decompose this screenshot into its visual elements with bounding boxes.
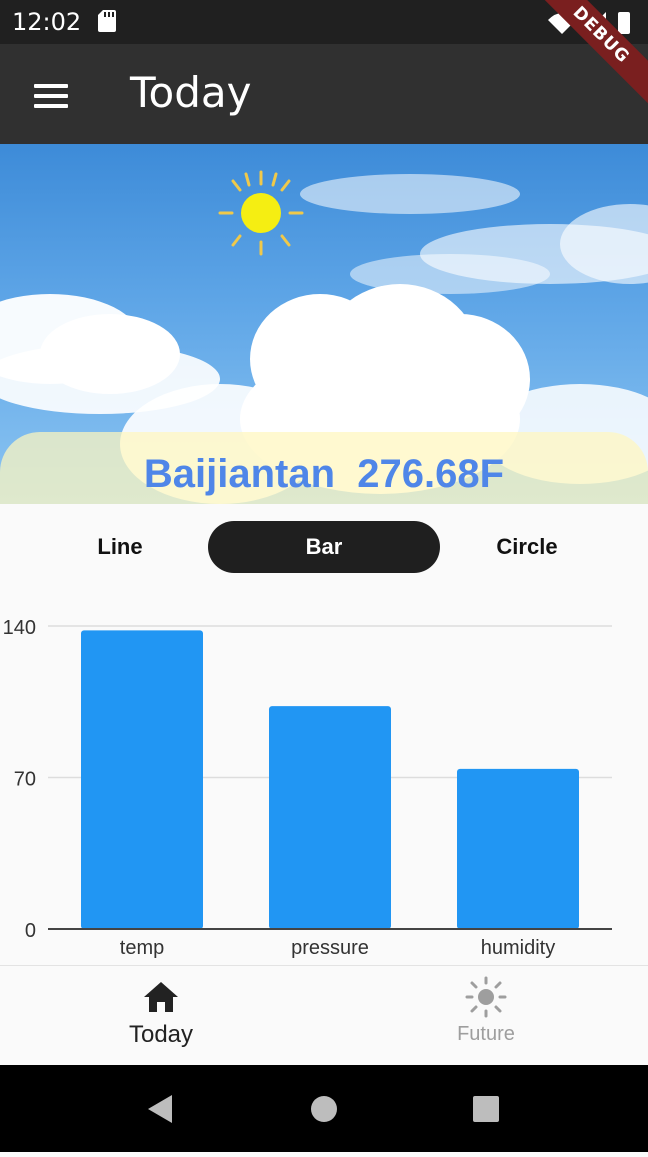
x-tick-label: humidity — [481, 937, 555, 959]
nav-item-today[interactable]: Today — [100, 980, 222, 1049]
weather-summary-card: Baijiantan 276.68F — [0, 432, 648, 504]
bar-pressure — [269, 706, 391, 929]
city-name: Baijiantan — [143, 452, 336, 496]
home-button[interactable] — [311, 1096, 337, 1122]
nav-item-future[interactable]: Future — [425, 976, 547, 1046]
tab-line[interactable]: Line — [30, 521, 210, 573]
sd-card-icon — [98, 10, 116, 32]
home-icon — [144, 982, 178, 1012]
status-time: 12:02 — [12, 8, 82, 36]
page-title: Today — [130, 68, 252, 117]
y-tick-label: 70 — [14, 769, 36, 791]
y-tick-label: 140 — [3, 617, 36, 639]
tab-circle[interactable]: Circle — [437, 521, 617, 573]
nav-label-today: Today — [128, 1021, 194, 1048]
tab-bar[interactable]: Bar — [208, 521, 440, 573]
recents-button[interactable] — [473, 1096, 499, 1122]
menu-icon[interactable] — [34, 84, 68, 108]
temperature-value: 276.68F — [357, 452, 505, 496]
sun-icon — [218, 170, 304, 256]
bar-chart-svg: 0 70 140 temp pressure humidity — [3, 617, 612, 959]
bottom-navigation: Today Future — [0, 965, 648, 1066]
x-tick-label: temp — [120, 937, 164, 959]
debug-banner: DEBUG — [538, 0, 648, 110]
system-navigation-bar — [0, 1065, 648, 1152]
bar-humidity — [457, 768, 579, 929]
nav-label-future: Future — [457, 1023, 515, 1045]
weather-summary: Baijiantan 276.68F — [0, 452, 648, 497]
bar-chart: 0 70 140 temp pressure humidity — [0, 590, 648, 965]
chart-type-toggle: Line Bar Circle — [0, 504, 648, 589]
x-tick-label: pressure — [291, 937, 369, 959]
y-tick-label: 0 — [25, 920, 36, 942]
bar-temp — [81, 630, 203, 929]
sun-icon — [465, 976, 507, 1018]
debug-banner-clip: DEBUG — [538, 0, 648, 110]
back-button[interactable] — [148, 1095, 172, 1123]
